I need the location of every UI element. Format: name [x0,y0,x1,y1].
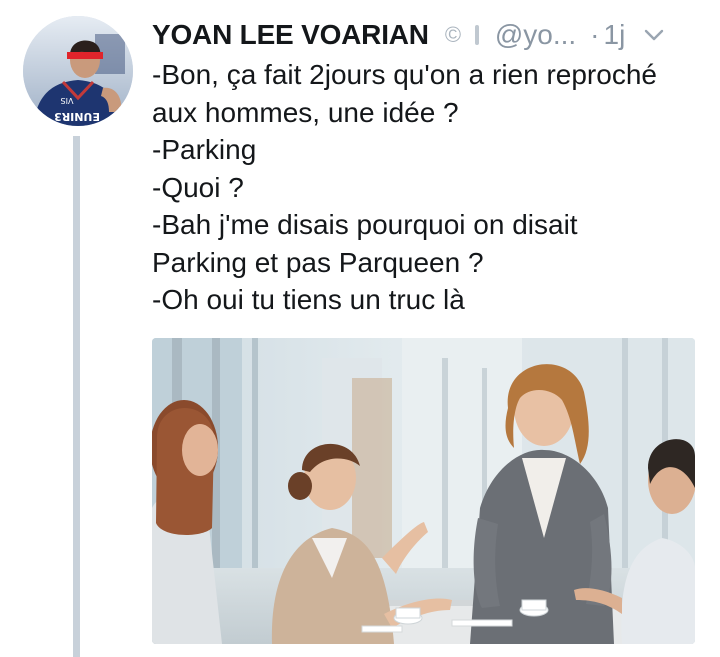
tweet-text: -Bon, ça fait 2jours qu'on a rien reproc… [152,56,712,319]
censor-bar [67,52,103,59]
tweet-line: aux hommes, une idée ? [152,96,459,128]
tweet-timestamp[interactable]: 1j [604,19,626,51]
avatar-photo: EUNIR3 VIS [23,16,133,126]
bar-badge-icon [474,25,479,45]
chevron-down-icon[interactable] [643,24,665,46]
avatar-jersey-number: VIS [61,96,74,105]
tweet-line: -Oh oui tu tiens un truc là [152,284,465,315]
meeting-photo [152,338,695,644]
avatar-jersey-text: EUNIR3 [54,110,100,123]
author-handle[interactable]: @yo... [495,19,576,51]
tweet-line: Parking et pas Parqueen ? [152,246,484,278]
tweet-line: -Quoi ? [152,171,244,203]
tweet-media-image[interactable] [152,338,695,644]
tweet-line: -Parking [152,134,257,165]
author-avatar[interactable]: EUNIR3 VIS [23,16,133,126]
author-display-name[interactable]: YOAN LEE VOARIAN [152,19,429,51]
header-separator: · [590,19,600,50]
tweet-line: -Bon, ça fait 2jours qu'on a rien reproc… [152,59,657,90]
tweet-header: YOAN LEE VOARIAN © @yo... · 1j [152,14,700,56]
thread-line [73,136,80,657]
tweet-line: -Bah j'me disais pourquoi on disait [152,209,578,240]
copyright-badge-icon: © [444,22,462,47]
